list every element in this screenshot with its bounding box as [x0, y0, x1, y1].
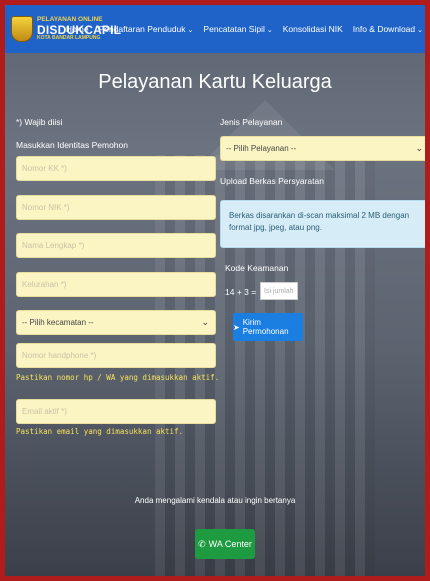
- phone-hint: Pastikan nomor hp / WA yang dimasukkan a…: [16, 373, 220, 382]
- jenis-pelayanan-label: Jenis Pelayanan: [220, 117, 283, 127]
- nomor-kk-input[interactable]: Nomor KK *): [16, 156, 216, 181]
- wa-center-label: WA Center: [208, 539, 252, 549]
- nomor-nik-input[interactable]: Nomor NIK *): [16, 195, 216, 220]
- chevron-down-icon: ⌄: [266, 27, 273, 34]
- chevron-down-icon: ⌄: [201, 317, 209, 327]
- nav-pencatatan-label: Pencatatan Sipil: [203, 24, 265, 34]
- jenis-pelayanan-select[interactable]: -- Pilih Pelayanan -- ⌄: [220, 136, 425, 161]
- captcha-input[interactable]: Isi jumlah: [260, 282, 298, 300]
- emblem-icon: [11, 16, 33, 42]
- nav-konsolidasi[interactable]: Konsolidasi NIK: [283, 24, 343, 34]
- contact-text: Anda mengalami kendala atau ingin bertan…: [134, 496, 296, 505]
- kelurahan-input[interactable]: Kelurahan *): [16, 272, 216, 297]
- chevron-down-icon: ⌄: [415, 143, 423, 153]
- kecamatan-select[interactable]: -- Pilih kecamatan -- ⌄: [16, 310, 216, 335]
- submit-button[interactable]: ➤ Kirim Permohonan: [233, 313, 303, 341]
- upload-label: Upload Berkas Persyaratan: [220, 176, 324, 186]
- chevron-down-icon: ⌄: [417, 27, 423, 34]
- nav-home[interactable]: Home: [66, 24, 89, 34]
- captcha-label: Kode Keamanan: [225, 263, 289, 273]
- submit-button-label: Kirim Permohonan: [242, 318, 289, 336]
- identity-label: Masukkan Identitas Pemohon: [16, 140, 128, 150]
- chevron-down-icon: ⌄: [187, 27, 194, 34]
- required-note: *) Wajib diisi: [16, 117, 63, 127]
- jenis-pelayanan-value: -- Pilih Pelayanan --: [226, 144, 297, 153]
- nav-info[interactable]: Info & Download ⌄: [353, 24, 423, 34]
- send-icon: ➤: [233, 322, 240, 332]
- whatsapp-icon: ✆: [198, 538, 206, 549]
- page-title: Pelayanan Kartu Keluarga: [98, 71, 332, 93]
- email-input[interactable]: Email aktif *): [16, 399, 216, 424]
- nav-pendaftaran[interactable]: Pendaftaran Penduduk ⌄: [99, 24, 194, 34]
- wa-center-button[interactable]: ✆ WA Center: [195, 529, 255, 559]
- nama-lengkap-input[interactable]: Nama Lengkap *): [16, 233, 216, 258]
- captcha-question: 14 + 3 =: [225, 287, 257, 297]
- kecamatan-select-value: -- Pilih kecamatan --: [22, 318, 94, 327]
- navbar: PELAYANAN ONLINE DISDUKCAPIL KOTA BANDAR…: [5, 5, 425, 53]
- page-frame: PELAYANAN ONLINE DISDUKCAPIL KOTA BANDAR…: [5, 5, 425, 576]
- email-hint: Pastikan email yang dimasukkan aktif.: [16, 427, 184, 436]
- nav-info-label: Info & Download: [352, 24, 416, 34]
- nav-pencatatan[interactable]: Pencatatan Sipil ⌄: [203, 24, 272, 34]
- upload-info-alert: Berkas disarankan di-scan maksimal 2 MB …: [220, 200, 425, 248]
- nav-links: Home Pendaftaran Penduduk ⌄ Pencatatan Si…: [66, 5, 425, 53]
- nav-pendaftaran-label: Pendaftaran Penduduk: [98, 24, 186, 34]
- phone-input[interactable]: Nomor handphone *): [16, 343, 216, 368]
